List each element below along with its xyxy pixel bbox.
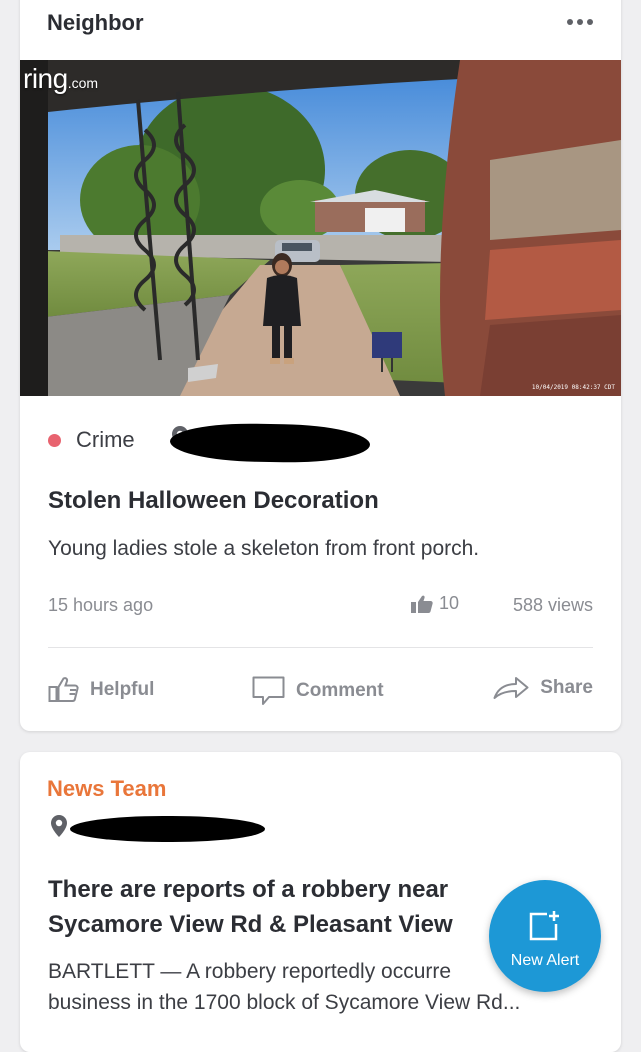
new-alert-label: New Alert <box>510 952 580 969</box>
post-time: 15 hours ago <box>48 595 154 615</box>
ring-logo: ring.com <box>23 63 99 94</box>
doorbell-video-thumbnail[interactable]: ring.com 10/04/2019 08:42:37 CDT <box>20 60 621 396</box>
comment-bubble-icon <box>252 676 285 705</box>
category-dot-icon <box>48 433 61 447</box>
share-arrow-icon <box>493 677 529 699</box>
category-label: Crime <box>76 427 135 452</box>
thumbs-up-filled-icon <box>411 595 433 613</box>
news-body-line-2: business in the 1700 block of Sycamore V… <box>48 991 521 1014</box>
share-label: Share <box>540 677 593 698</box>
card-source-label: Neighbor <box>47 10 144 35</box>
redacted-location <box>169 422 371 464</box>
porch-scene-image <box>20 60 621 396</box>
news-title-line-2: Sycamore View Rd & Pleasant View <box>48 911 453 938</box>
helpful-button[interactable]: Helpful <box>48 676 154 703</box>
comment-button[interactable]: Comment <box>252 676 384 706</box>
card-source-label: News Team <box>47 776 167 801</box>
likes-count: 10 <box>411 593 459 614</box>
share-button[interactable]: Share <box>493 676 593 700</box>
comment-label: Comment <box>296 680 384 701</box>
divider <box>48 647 593 648</box>
more-options-icon[interactable] <box>566 18 594 26</box>
thumbs-up-outline-icon <box>48 677 79 702</box>
location-pin-icon <box>51 815 67 837</box>
post-description: Young ladies stole a skeleton from front… <box>48 537 480 560</box>
news-title[interactable]: There are reports of a robbery near Syca… <box>48 872 528 942</box>
neighbor-post-card[interactable]: Neighbor ring.com 10/04/2019 08:42:37 CD… <box>20 0 621 731</box>
helpful-label: Helpful <box>90 678 155 700</box>
post-title[interactable]: Stolen Halloween Decoration <box>48 487 379 515</box>
news-title-line-1: There are reports of a robbery near <box>48 876 449 903</box>
video-timestamp: 10/04/2019 08:42:37 CDT <box>531 384 615 391</box>
redacted-location <box>70 816 265 842</box>
views-count: 588 views <box>512 595 593 615</box>
category-row: Crime <box>48 426 135 454</box>
new-alert-button[interactable]: New Alert <box>489 880 601 992</box>
likes-number: 10 <box>439 593 460 613</box>
new-alert-icon <box>529 911 559 941</box>
